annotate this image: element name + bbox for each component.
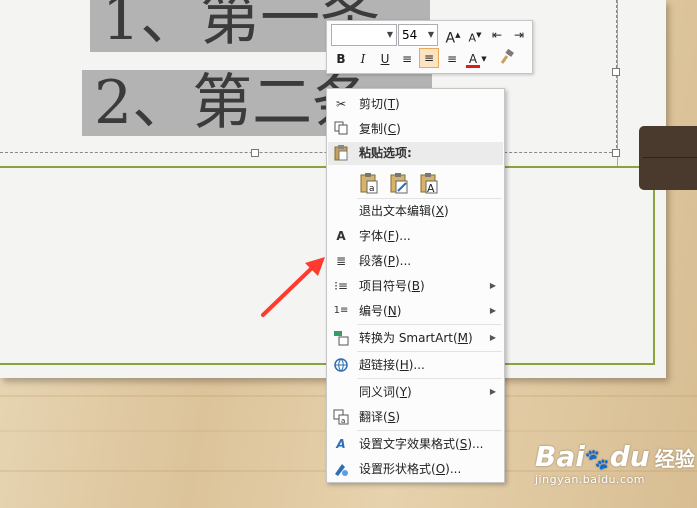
- numbering-icon: 1≡: [333, 305, 349, 316]
- font-name-combo[interactable]: ▼: [331, 24, 397, 46]
- text-effects-icon: A: [336, 437, 346, 451]
- translate-icon: a: [333, 409, 349, 425]
- paw-icon: 🐾: [584, 447, 610, 471]
- menu-item-translate[interactable]: a 翻译(S): [327, 405, 504, 429]
- menu-item-exit-edit[interactable]: 退出文本编辑(X): [327, 199, 504, 223]
- watermark-brand-2: du: [609, 440, 650, 473]
- menu-item-shape-format[interactable]: 设置形状格式(O)...: [327, 457, 504, 481]
- font-size-value: 54: [402, 28, 418, 42]
- watermark-brand: Bai: [535, 440, 585, 473]
- paste-options-header: 粘贴选项:: [328, 142, 503, 165]
- bold-button[interactable]: B: [331, 49, 351, 69]
- copy-icon: [333, 121, 349, 137]
- shape-format-icon: [333, 461, 349, 477]
- resize-handle-right[interactable]: [612, 68, 620, 76]
- watermark-cn: 经验: [654, 447, 695, 471]
- menu-item-numbering[interactable]: 1≡ 编号(N) ▶: [327, 299, 504, 323]
- svg-text:a: a: [341, 417, 345, 425]
- paste-keep-source-icon[interactable]: a: [359, 172, 379, 194]
- format-painter-icon[interactable]: [497, 48, 517, 69]
- submenu-arrow-icon: ▶: [489, 387, 496, 396]
- bullets-icon: ⁝≡: [334, 279, 348, 293]
- mini-toolbar: ▼ 54 ▼ A▲ A▼ ⇤ ⇥ B I U ≡ ≡ ≡ A ▼: [326, 20, 533, 74]
- decrease-indent-icon[interactable]: ⇤: [487, 25, 507, 45]
- align-right-icon[interactable]: ≡: [442, 49, 462, 69]
- align-left-icon[interactable]: ≡: [397, 49, 417, 69]
- menu-item-smartart[interactable]: 转换为 SmartArt(M) ▶: [327, 326, 504, 350]
- hyperlink-icon: [333, 357, 349, 373]
- red-arrow-annotation: [261, 257, 325, 317]
- clipboard-icon: [334, 145, 348, 165]
- align-center-icon[interactable]: ≡: [419, 48, 439, 68]
- menu-item-synonyms[interactable]: 同义词(Y) ▶: [327, 380, 504, 404]
- shrink-font-button[interactable]: A▼: [465, 25, 485, 45]
- menu-separator: [357, 430, 502, 431]
- edge-tab: [639, 126, 697, 190]
- chevron-down-icon: ▼: [427, 30, 434, 39]
- italic-button[interactable]: I: [353, 49, 373, 69]
- baidu-watermark: Bai🐾du 经验 jingyan.baidu.com: [535, 440, 695, 486]
- paragraph-icon: ≣: [335, 254, 347, 268]
- menu-item-bullets[interactable]: ⁝≡ 项目符号(B) ▶: [327, 274, 504, 298]
- menu-item-text-effects[interactable]: A 设置文字效果格式(S)...: [327, 432, 504, 456]
- menu-separator: [357, 378, 502, 379]
- menu-separator: [357, 351, 502, 352]
- chevron-down-icon: ▼: [386, 30, 393, 39]
- smartart-icon: [333, 330, 349, 346]
- context-menu: ✂ 剪切(T) 复制(C) 粘贴选项: a A 退出文本编辑(X) A 字体(F…: [326, 88, 505, 483]
- paste-merge-format-icon[interactable]: [389, 172, 409, 194]
- underline-button[interactable]: U: [375, 49, 395, 69]
- font-size-combo[interactable]: 54 ▼: [398, 24, 438, 46]
- increase-indent-icon[interactable]: ⇥: [509, 25, 529, 45]
- font-icon: A: [336, 229, 346, 243]
- menu-item-cut[interactable]: ✂ 剪切(T): [327, 92, 504, 116]
- menu-item-copy[interactable]: 复制(C): [327, 117, 504, 141]
- svg-text:a: a: [369, 184, 375, 194]
- resize-handle-bottom[interactable]: [251, 149, 259, 157]
- textbox-right-border: [617, 0, 618, 166]
- menu-item-font[interactable]: A 字体(F)...: [327, 224, 504, 248]
- submenu-arrow-icon: ▶: [489, 333, 496, 342]
- watermark-url: jingyan.baidu.com: [535, 473, 646, 486]
- scissors-icon: ✂: [335, 97, 347, 111]
- submenu-arrow-icon: ▶: [489, 281, 496, 290]
- resize-handle-bottom-right[interactable]: [612, 149, 620, 157]
- menu-separator: [357, 324, 502, 325]
- svg-text:A: A: [427, 182, 435, 194]
- paste-options-label: 粘贴选项:: [359, 146, 412, 160]
- menu-item-hyperlink[interactable]: 超链接(H)...: [327, 353, 504, 377]
- chevron-down-icon[interactable]: ▼: [479, 49, 489, 69]
- menu-item-paragraph[interactable]: ≣ 段落(P)...: [327, 249, 504, 273]
- submenu-arrow-icon: ▶: [489, 306, 496, 315]
- paste-text-only-icon[interactable]: A: [419, 172, 439, 195]
- grow-font-button[interactable]: A▲: [443, 25, 463, 47]
